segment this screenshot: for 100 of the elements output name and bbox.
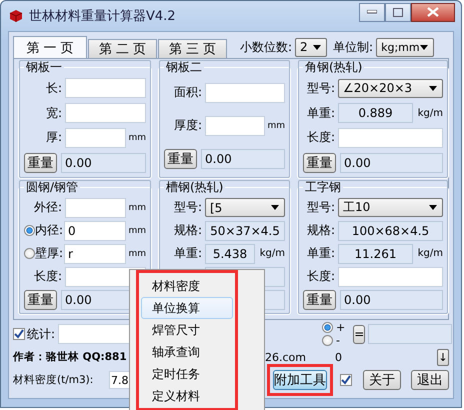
- field-label: 面积:: [172, 84, 202, 101]
- window-title: 世林材料重量计算器V4.2: [29, 8, 176, 25]
- tab[interactable]: 第 二 页: [88, 39, 157, 58]
- statistics-checkbox[interactable]: [13, 328, 25, 340]
- field-label: 单重:: [172, 245, 202, 262]
- group-title: 槽钢(热轧): [165, 179, 224, 196]
- unit-label: kg/m: [416, 248, 443, 259]
- weight-button[interactable]: 重量: [303, 152, 336, 173]
- unit-label: mm: [267, 120, 285, 130]
- tools-button[interactable]: 附加工具: [273, 370, 327, 390]
- close-button[interactable]: [411, 2, 455, 22]
- unit-label: mm: [128, 132, 146, 143]
- input-field[interactable]: [65, 128, 126, 148]
- readout-field: 0.889: [338, 103, 413, 124]
- input-field[interactable]: [338, 128, 443, 148]
- decimal-places-label: 小数位数:: [240, 38, 292, 56]
- equals-button[interactable]: =: [353, 324, 366, 344]
- maximize-button[interactable]: [385, 2, 411, 22]
- weight-button[interactable]: 重量: [24, 152, 57, 173]
- field-label: 单重:: [306, 104, 335, 122]
- weight-button[interactable]: 重量: [303, 290, 336, 310]
- field-label: 外径:: [32, 199, 62, 216]
- input-field[interactable]: r: [64, 244, 126, 264]
- readout-field: 11.261: [338, 244, 413, 264]
- operator-radio[interactable]: [322, 335, 334, 346]
- operator-label: -: [336, 334, 340, 347]
- density-label: 材料密度(t/m3):: [13, 373, 94, 387]
- field-label: 壁厚:: [35, 245, 61, 262]
- result-field: 0.00: [340, 290, 443, 310]
- input-field[interactable]: 0: [64, 220, 126, 240]
- menu-item[interactable]: 定义材料: [141, 385, 233, 407]
- exit-button[interactable]: 退出: [411, 370, 449, 390]
- readout-field: 50×37×4.5: [205, 220, 285, 240]
- group-title: 角钢(热轧): [304, 59, 364, 76]
- weight-button[interactable]: 重量: [24, 290, 57, 310]
- field-label: 规格:: [306, 222, 335, 239]
- tab[interactable]: 第 一 页: [13, 36, 87, 58]
- tab[interactable]: 第 三 页: [158, 39, 227, 58]
- field-label: 长度:: [32, 268, 62, 285]
- group-title: 圆钢/钢管: [25, 179, 80, 196]
- input-field[interactable]: [65, 78, 146, 98]
- field-label: 厚:: [44, 129, 62, 146]
- readout-field: 100×68×4.5: [338, 220, 443, 240]
- caret-icon: [313, 44, 322, 50]
- field-label: 长:: [44, 80, 62, 97]
- weight-button[interactable]: 重量: [164, 148, 197, 168]
- field-label: 型号:: [306, 80, 335, 97]
- operator-label: +: [336, 321, 346, 334]
- minimize-icon: [367, 10, 377, 14]
- close-icon: [427, 7, 439, 17]
- minimize-button[interactable]: [359, 2, 385, 22]
- radio-button[interactable]: [24, 248, 35, 259]
- menu-item[interactable]: 轴承查询: [141, 341, 233, 363]
- field-label: 规格:: [172, 222, 202, 239]
- field-label: 型号:: [172, 199, 202, 216]
- input-field[interactable]: [205, 116, 265, 136]
- author-text: 26.com: [265, 350, 307, 364]
- group-title: 工字钢: [304, 179, 342, 196]
- statistics-label: 统计:: [27, 326, 56, 342]
- about-button[interactable]: 关于: [363, 370, 401, 390]
- unit-label: mm: [128, 226, 146, 236]
- unit-system-select[interactable]: kg;mm: [376, 38, 434, 56]
- group-title: 钢板二: [165, 59, 203, 76]
- caret-icon: [429, 205, 437, 210]
- operator-radio[interactable]: [322, 322, 334, 333]
- caret-icon: [271, 205, 279, 210]
- unit-system-label: 单位制:: [333, 38, 374, 56]
- menu-item[interactable]: 焊管尺寸: [141, 319, 233, 341]
- input-field[interactable]: [338, 266, 443, 286]
- field-label: 宽:: [44, 104, 62, 122]
- readout-field: 5.438: [205, 244, 255, 264]
- type-select[interactable]: 工10: [338, 198, 443, 217]
- type-select[interactable]: [5: [205, 198, 285, 217]
- sum-field[interactable]: [368, 324, 452, 344]
- input-field[interactable]: [65, 103, 146, 124]
- decimal-places-select[interactable]: 2: [295, 38, 328, 56]
- field-label: 单重:: [306, 245, 335, 262]
- unit-label: mm: [128, 202, 146, 212]
- unit-label: kg/m: [416, 108, 443, 119]
- unit-label: kg/m: [258, 248, 285, 259]
- result-field: 0.00: [340, 152, 443, 173]
- input-field[interactable]: [205, 82, 285, 102]
- caret-icon: [429, 86, 437, 91]
- scroll-down-button[interactable]: ↓: [437, 348, 449, 366]
- maximize-icon: [393, 8, 403, 16]
- field-label: 型号:: [306, 199, 335, 216]
- author-text: 作者：骆世林 QQ:881: [13, 350, 127, 364]
- type-select[interactable]: ∠20×20×3: [338, 78, 443, 98]
- menu-item[interactable]: 定时任务: [141, 363, 233, 385]
- field-label: 长度:: [306, 129, 335, 146]
- field-label: 长度:: [306, 268, 335, 285]
- field-label: 内径:: [35, 222, 61, 239]
- result-field: 0.00: [61, 152, 146, 173]
- topmost-checkbox[interactable]: [340, 374, 352, 386]
- menu-item[interactable]: 单位换算: [141, 297, 233, 319]
- radio-button[interactable]: [24, 225, 35, 236]
- counter-text: 0: [335, 350, 343, 364]
- field-label: 厚度:: [172, 117, 202, 134]
- input-field[interactable]: [65, 198, 126, 218]
- result-field: 0.00: [201, 148, 285, 168]
